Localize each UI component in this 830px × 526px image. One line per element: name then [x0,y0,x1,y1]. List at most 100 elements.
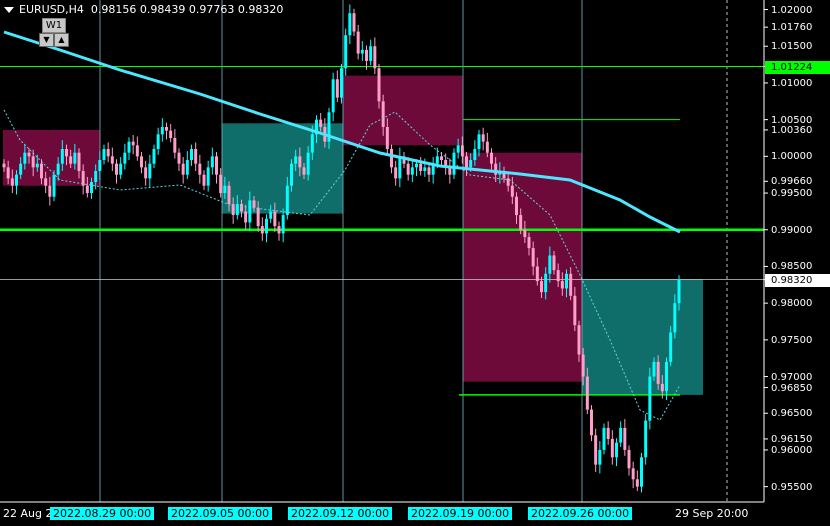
candle-body-81 [340,68,343,98]
candle-body-39 [165,126,168,131]
price-label: 1.01224 [765,60,830,74]
candle-body-27 [115,163,118,175]
candle-body-113 [473,149,477,161]
zone-bear-2 [343,75,463,146]
price-label: 0.98500 [771,261,813,273]
candle-body-90 [377,68,381,102]
candle-body-9 [40,163,43,179]
candle-body-14 [60,149,64,164]
candle-body-148 [619,427,623,443]
price-label: 1.00360 [771,124,813,136]
candle-body-84 [352,13,356,32]
collapse-triangle-icon[interactable] [4,7,14,13]
candle-body-82 [344,35,348,69]
price-label: 0.96850 [771,382,813,394]
candle-body-151 [631,468,635,480]
candle-body-109 [456,145,460,153]
candle-body-117 [490,152,493,164]
candle-body-18 [77,152,81,172]
timeframe-widget[interactable]: W1 ▼ ▲ [38,18,70,48]
price-label: 0.98320 [765,273,830,287]
candle-body-129 [540,281,543,293]
candle-body-32 [135,145,139,157]
candle-body-79 [331,79,335,113]
candle-body-86 [360,49,364,54]
candle-body-23 [98,160,102,172]
candle-body-45 [190,149,193,161]
open-value: 0.98156 [90,3,137,16]
candle-body-158 [660,383,664,392]
candle-body-116 [485,141,489,153]
candle-body-30 [127,141,131,153]
candle-body-133 [556,270,560,282]
candle-body-124 [519,215,523,230]
candle-body-22 [94,171,98,183]
high-value: 0.98439 [139,3,186,16]
candle-body-11 [48,185,52,197]
price-label: 0.95500 [771,481,813,493]
price-label: 0.96500 [771,408,813,420]
candle-body-87 [365,49,368,61]
price-label: 1.02000 [771,4,813,16]
candle-body-57 [240,204,243,212]
candle-body-98 [410,167,414,175]
candle-body-46 [194,149,198,164]
zone-bull-4 [582,278,703,395]
candle-body-136 [569,273,573,296]
candle-body-94 [394,167,398,179]
candle-body-122 [510,185,514,197]
price-label: 0.99500 [771,188,813,200]
candle-body-138 [577,325,581,355]
timeframe-up-button[interactable]: ▲ [54,33,69,47]
candle-body-161 [673,303,677,333]
candle-body-130 [544,273,548,293]
candle-body-25 [106,149,110,157]
close-value: 0.98320 [237,3,284,16]
symbol-label: EURUSD,H4 [19,3,84,16]
candle-body-0 [2,163,6,168]
time-label: 2022.09.05 00:00 [168,507,273,520]
candle-body-51 [215,156,218,175]
candle-body-73 [306,152,310,175]
candle-body-150 [627,449,631,469]
candle-body-69 [290,163,293,186]
candle-body-43 [181,163,185,175]
candle-body-71 [298,156,302,168]
candle-body-15 [65,149,68,157]
candle-body-66 [277,226,281,234]
candle-body-41 [173,137,177,153]
price-chart[interactable] [0,0,830,526]
price-label: 1.01760 [771,22,813,34]
candle-body-40 [169,130,173,138]
candle-body-52 [219,174,223,194]
candle-body-67 [281,215,285,234]
candle-body-35 [148,163,152,179]
candle-body-62 [260,226,264,234]
candle-body-143 [598,449,602,465]
time-label: 2022.09.12 00:00 [288,507,393,520]
candle-body-48 [202,174,206,186]
candle-body-38 [160,126,164,135]
candle-body-85 [356,31,360,54]
chart-window[interactable]: EURUSD,H4 0.98156 0.98439 0.97763 0.9832… [0,0,830,526]
candle-body-157 [656,361,660,384]
candle-body-131 [548,255,552,274]
candle-body-146 [610,438,614,458]
candle-body-111 [465,156,468,168]
candle-body-149 [623,427,627,450]
candle-body-97 [406,163,410,175]
candle-body-2 [10,178,14,186]
candle-body-92 [385,126,389,150]
candle-body-53 [223,185,227,194]
candle-body-49 [206,167,210,186]
candle-body-147 [615,442,618,458]
candle-body-101 [423,167,427,172]
chart-header: EURUSD,H4 0.98156 0.98439 0.97763 0.9832… [4,3,283,16]
candle-body-88 [369,46,373,61]
candle-body-160 [669,332,673,362]
candle-body-153 [640,457,643,487]
candle-body-91 [381,101,385,127]
candle-body-155 [648,376,652,421]
candle-body-126 [527,237,531,249]
timeframe-down-button[interactable]: ▼ [39,33,54,47]
